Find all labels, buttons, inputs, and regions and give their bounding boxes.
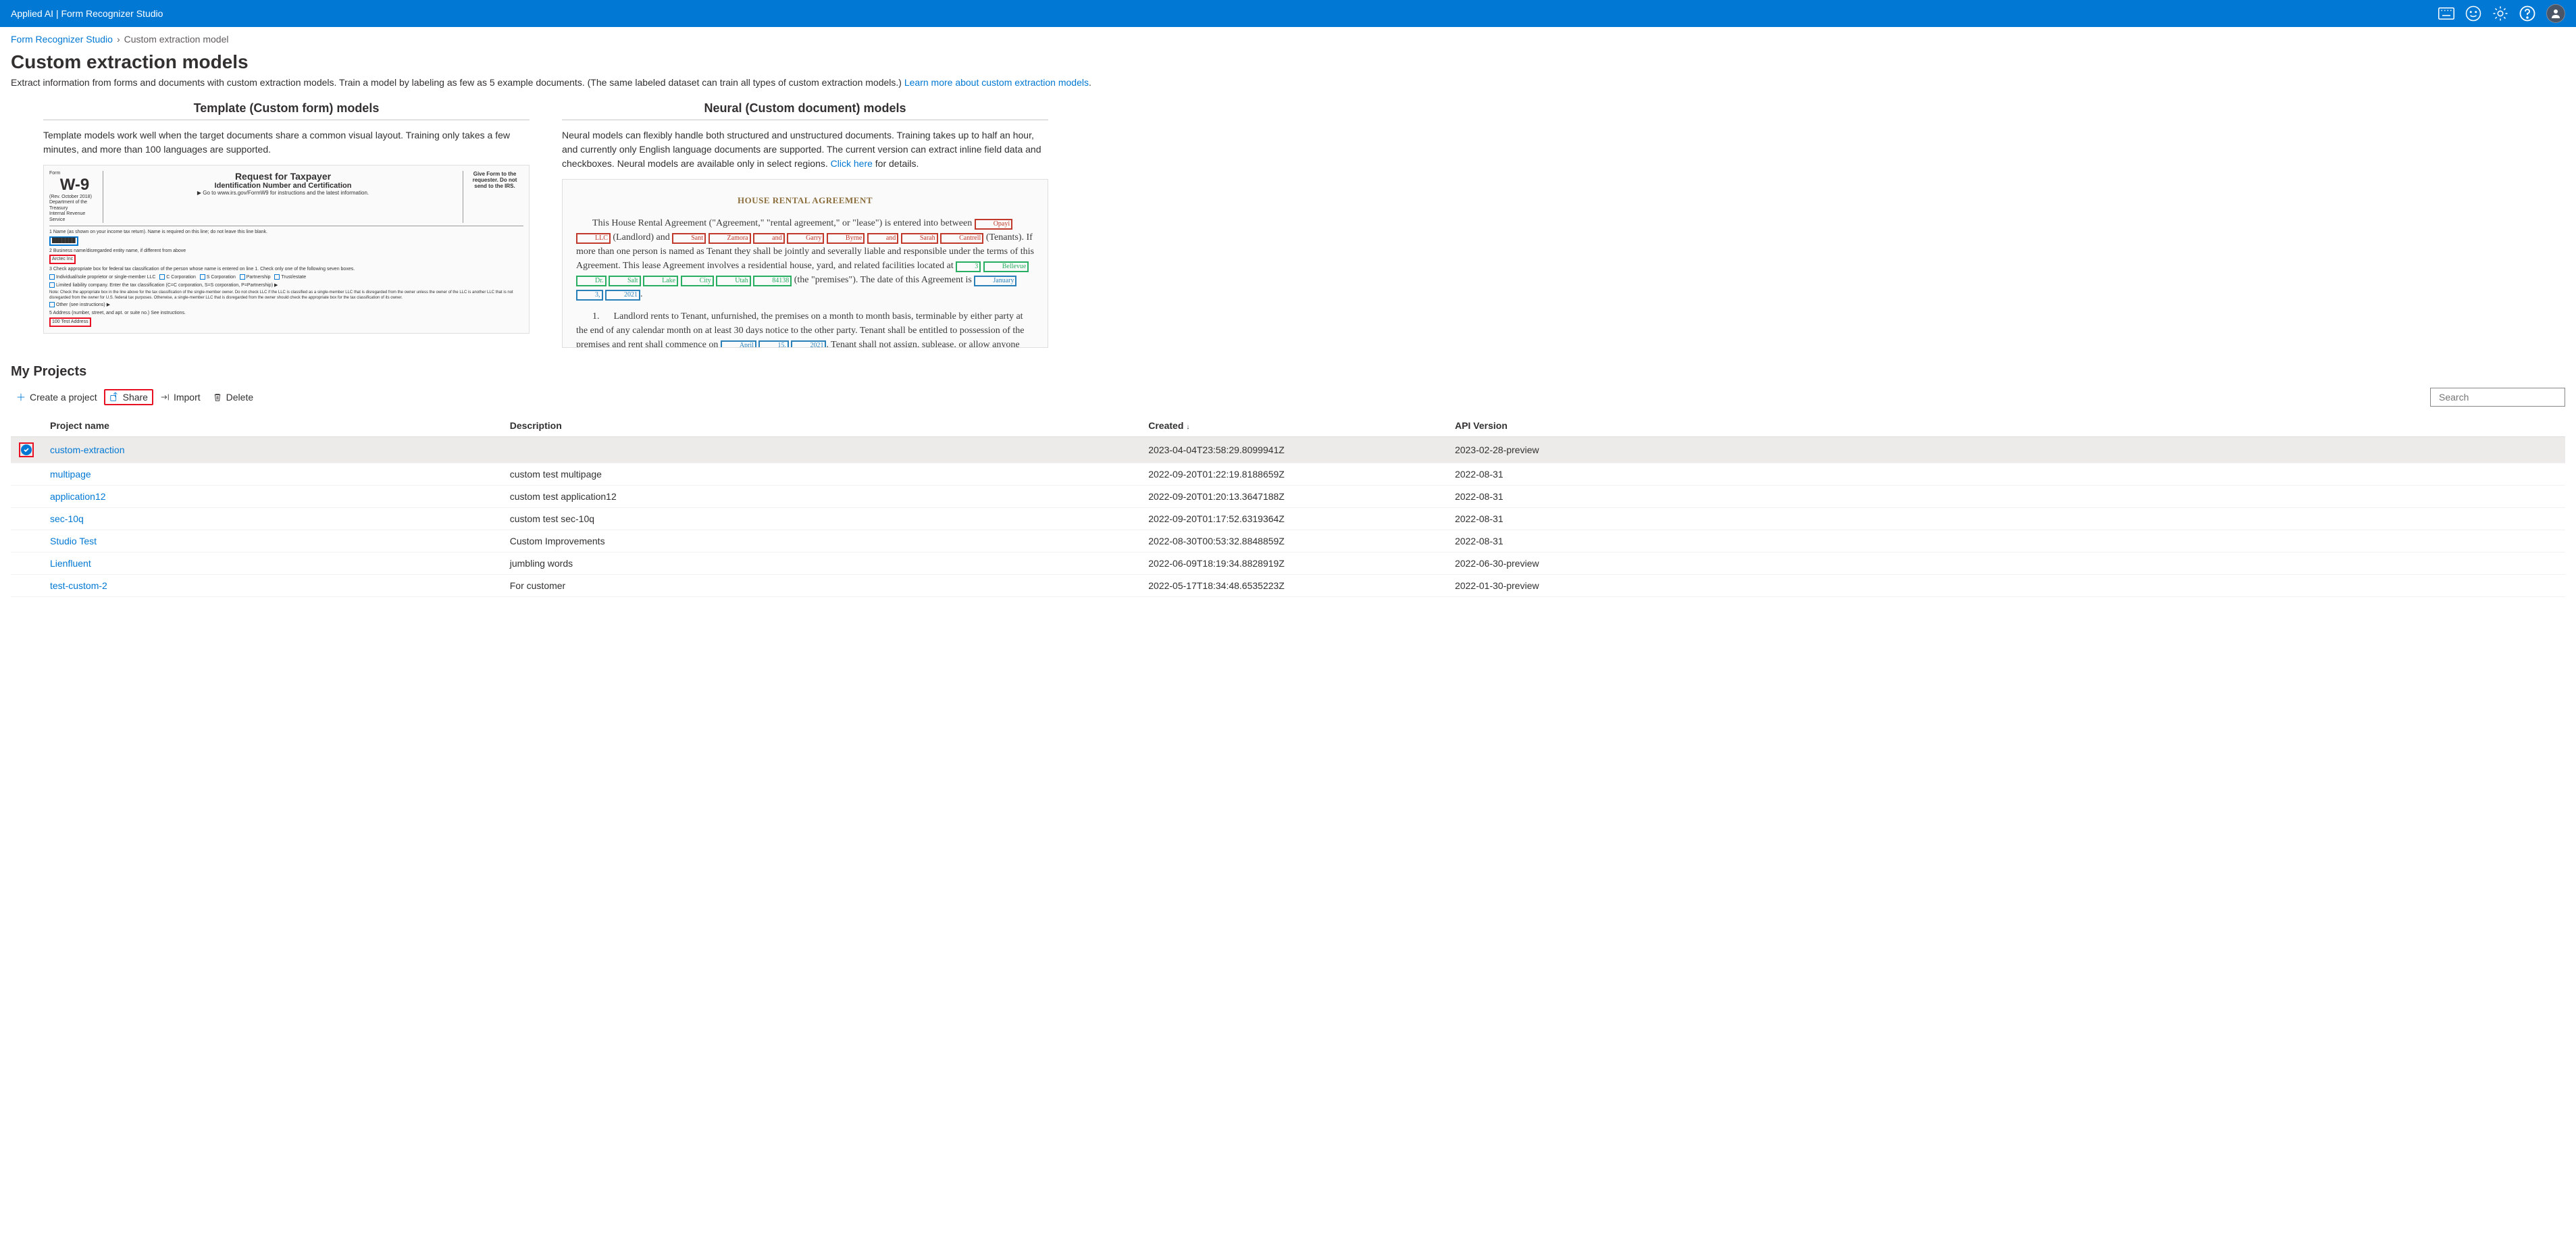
help-icon[interactable] (2519, 5, 2535, 22)
col-check (11, 415, 42, 437)
project-description: custom test sec-10q (502, 508, 1141, 530)
template-model-column: Template (Custom form) models Template m… (43, 101, 530, 348)
settings-icon[interactable] (2492, 5, 2508, 22)
import-icon (160, 392, 170, 402)
template-desc: Template models work well when the targe… (43, 128, 530, 157)
table-row[interactable]: test-custom-2 For customer2022-05-17T18:3… (11, 575, 2565, 597)
chevron-right-icon: › (117, 34, 120, 45)
project-description: jumbling words (502, 553, 1141, 575)
template-example-image: Form W-9 (Rev. October 2018)Department o… (43, 165, 530, 334)
project-api-version: 2022-01-30-preview (1447, 575, 2565, 597)
page-title: Custom extraction models (11, 51, 2565, 73)
neural-model-column: Neural (Custom document) models Neural m… (562, 101, 1048, 348)
app-title: Applied AI | Form Recognizer Studio (11, 8, 163, 19)
project-link[interactable]: Lienfluent (50, 558, 91, 569)
user-avatar[interactable] (2546, 4, 2565, 23)
col-created[interactable]: Created↓ (1140, 415, 1447, 437)
table-row[interactable]: application12custom test application1220… (11, 486, 2565, 508)
row-checkbox[interactable] (11, 463, 42, 486)
neural-title: Neural (Custom document) models (562, 101, 1048, 120)
project-api-version: 2022-06-30-preview (1447, 553, 2565, 575)
click-here-link[interactable]: Click here (831, 158, 873, 169)
project-created: 2022-09-20T01:17:52.6319364Z (1140, 508, 1447, 530)
project-created: 2022-09-20T01:20:13.3647188Z (1140, 486, 1447, 508)
table-row[interactable]: custom-extraction 2023-04-04T23:58:29.809… (11, 437, 2565, 463)
search-input[interactable] (2439, 392, 2561, 403)
learn-more-link[interactable]: Learn more about custom extraction model… (904, 77, 1089, 88)
delete-icon (213, 392, 222, 402)
row-checkbox[interactable] (11, 437, 42, 463)
project-created: 2023-04-04T23:58:29.8099941Z (1140, 437, 1447, 463)
header-right (2438, 4, 2565, 23)
page-description: Extract information from forms and docum… (11, 77, 2565, 88)
project-link[interactable]: sec-10q (50, 513, 84, 524)
project-description: For customer (502, 575, 1141, 597)
share-icon (109, 392, 119, 402)
project-created: 2022-09-20T01:22:19.8188659Z (1140, 463, 1447, 486)
project-link[interactable]: application12 (50, 491, 106, 502)
col-project-name[interactable]: Project name (42, 415, 502, 437)
template-title: Template (Custom form) models (43, 101, 530, 120)
table-row[interactable]: Lienfluent jumbling words2022-06-09T18:19… (11, 553, 2565, 575)
breadcrumb: Form Recognizer Studio › Custom extracti… (0, 27, 2576, 51)
table-row[interactable]: sec-10q custom test sec-10q2022-09-20T01:… (11, 508, 2565, 530)
projects-table: Project name Description Created↓ API Ve… (11, 415, 2565, 597)
projects-toolbar: Create a project Share Import Delete (11, 385, 2565, 409)
table-row[interactable]: multipage custom test multipage2022-09-20… (11, 463, 2565, 486)
feedback-icon[interactable] (2465, 5, 2481, 22)
share-button[interactable]: Share (104, 389, 153, 405)
checkmark-icon (21, 444, 32, 455)
project-api-version: 2022-08-31 (1447, 508, 2565, 530)
project-description (502, 437, 1141, 463)
project-link[interactable]: custom-extraction (50, 444, 124, 455)
row-checkbox[interactable] (11, 575, 42, 597)
project-api-version: 2023-02-28-preview (1447, 437, 2565, 463)
keyboard-icon[interactable] (2438, 5, 2454, 22)
delete-button[interactable]: Delete (207, 389, 259, 405)
project-created: 2022-05-17T18:34:48.6535223Z (1140, 575, 1447, 597)
breadcrumb-current: Custom extraction model (124, 34, 229, 45)
project-api-version: 2022-08-31 (1447, 463, 2565, 486)
neural-example-image: HOUSE RENTAL AGREEMENT This House Rental… (562, 179, 1048, 348)
plus-icon (16, 392, 26, 402)
project-link[interactable]: multipage (50, 469, 91, 480)
top-header: Applied AI | Form Recognizer Studio (0, 0, 2576, 27)
row-checkbox[interactable] (11, 508, 42, 530)
neural-desc: Neural models can flexibly handle both s… (562, 128, 1048, 171)
sort-down-icon: ↓ (1186, 424, 1189, 431)
row-checkbox[interactable] (11, 530, 42, 553)
project-api-version: 2022-08-31 (1447, 530, 2565, 553)
project-created: 2022-08-30T00:53:32.8848859Z (1140, 530, 1447, 553)
import-button[interactable]: Import (155, 389, 206, 405)
project-link[interactable]: test-custom-2 (50, 580, 107, 591)
col-description[interactable]: Description (502, 415, 1141, 437)
col-api-version[interactable]: API Version (1447, 415, 2565, 437)
project-description: custom test multipage (502, 463, 1141, 486)
table-row[interactable]: Studio Test Custom Improvements2022-08-30… (11, 530, 2565, 553)
breadcrumb-home[interactable]: Form Recognizer Studio (11, 34, 113, 45)
search-box[interactable] (2430, 388, 2565, 407)
project-description: custom test application12 (502, 486, 1141, 508)
project-created: 2022-06-09T18:19:34.8828919Z (1140, 553, 1447, 575)
row-checkbox[interactable] (11, 486, 42, 508)
my-projects-title: My Projects (11, 364, 2565, 380)
project-description: Custom Improvements (502, 530, 1141, 553)
row-checkbox[interactable] (11, 553, 42, 575)
create-project-button[interactable]: Create a project (11, 389, 103, 405)
project-link[interactable]: Studio Test (50, 536, 97, 546)
project-api-version: 2022-08-31 (1447, 486, 2565, 508)
